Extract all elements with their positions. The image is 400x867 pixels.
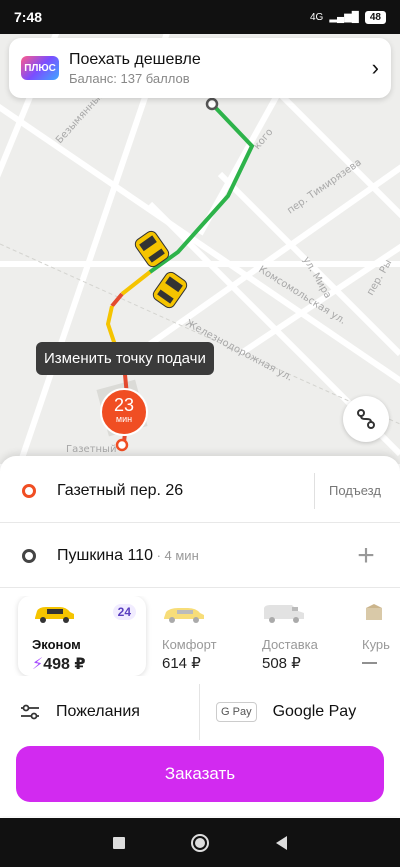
add-stop-plus-icon[interactable]: + (348, 539, 384, 573)
discount-badge: 24 (112, 604, 136, 620)
tariff-delivery[interactable]: Доставка 508 ₽ (246, 596, 346, 676)
options-row: Пожелания G Pay Google Pay (0, 684, 400, 740)
tariff-price: 614 ₽ (162, 655, 201, 672)
pickup-address: Газетный пер. 26 (57, 481, 184, 499)
battery-icon: 48 (364, 10, 386, 24)
eta-pin[interactable]: 23 мин (100, 388, 148, 436)
tariff-name: Эконом (32, 637, 81, 652)
payment-method-button[interactable]: G Pay Google Pay (200, 684, 356, 740)
status-icons: 4G ▂▄▆█ 48 (309, 10, 386, 24)
wishes-label: Пожелания (56, 703, 140, 720)
map-canvas: Безымянный пер. пер. Тимирязева ул. Мира… (0, 34, 400, 464)
street-label: Комсомольская ул. (256, 264, 347, 327)
route-line (110, 292, 124, 308)
order-button[interactable]: Заказать (16, 746, 384, 802)
status-bar: 7:48 4G ▂▄▆█ 48 (0, 0, 400, 34)
signal-icon: ▂▄▆█ (329, 11, 359, 23)
promo-title: Поехать дешевле (69, 50, 201, 68)
system-nav-bar (0, 818, 400, 867)
chevron-right-icon: › (371, 55, 379, 80)
tariff-economy[interactable]: 24 Эконом ⚡498 ₽ (18, 596, 146, 676)
payment-label: Google Pay (272, 703, 357, 720)
plus-badge: ПЛЮС (21, 56, 59, 80)
destination-dot-icon (22, 548, 36, 563)
origin-marker-icon (115, 438, 129, 452)
change-pickup-tooltip[interactable]: Изменить точку подачи (36, 342, 214, 375)
tariff-courier[interactable]: Курь — (346, 596, 400, 676)
tariff-comfort[interactable]: Комфорт 614 ₽ (146, 596, 246, 676)
eta-unit: мин (115, 414, 133, 424)
promo-subtitle: Баланс: 137 баллов (69, 70, 190, 86)
origin-dot-icon (22, 483, 36, 498)
promo-card[interactable]: ПЛЮС Поехать дешевле Баланс: 137 баллов … (9, 38, 391, 98)
destination-marker-icon (205, 97, 219, 111)
economy-car-icon (35, 607, 74, 623)
tariff-price: 508 ₽ (262, 655, 301, 672)
courier-box-icon (366, 604, 382, 620)
pickup-row[interactable]: Газетный пер. 26 Подъезд (0, 459, 400, 523)
order-sheet: Газетный пер. 26 Подъезд Пушкина 110 · 4… (0, 456, 400, 816)
eta-value: 23 (113, 395, 135, 415)
lightning-icon: ⚡ (32, 656, 44, 673)
route-line (120, 270, 152, 296)
route-icon (357, 409, 375, 429)
route-toggle-button[interactable] (343, 396, 389, 442)
delivery-car-icon (264, 605, 304, 623)
tariff-price: 498 ₽ (43, 656, 86, 673)
back-icon[interactable] (275, 835, 287, 850)
network-label: 4G (309, 11, 324, 23)
map-view[interactable]: Безымянный пер. пер. Тимирязева ул. Мира… (0, 34, 400, 464)
status-time: 7:48 (14, 9, 43, 25)
taxi-car-icon (152, 271, 188, 309)
comfort-car-icon (164, 608, 204, 623)
recents-icon[interactable] (113, 836, 126, 849)
tariff-price: — (362, 654, 377, 671)
home-icon[interactable] (191, 833, 210, 852)
google-pay-icon: G Pay (216, 702, 257, 722)
sliders-icon (21, 704, 39, 720)
street-label: пер. Тимирязева (285, 157, 363, 216)
street-label: Газетный (66, 444, 116, 455)
destination-eta: · 4 мин (152, 547, 199, 563)
tariff-name: Курь (362, 637, 390, 652)
tariff-name: Доставка (262, 637, 318, 652)
destination-address: Пушкина 110 (57, 546, 153, 564)
tariff-name: Комфорт (162, 637, 217, 652)
wishes-button[interactable]: Пожелания (0, 684, 200, 740)
entrance-button[interactable]: Подъезд (314, 472, 400, 509)
tariff-list[interactable]: 24 Эконом ⚡498 ₽ Комфорт 614 ₽ Доставка … (0, 596, 400, 676)
destination-row[interactable]: Пушкина 110 · 4 мин + (0, 524, 400, 588)
